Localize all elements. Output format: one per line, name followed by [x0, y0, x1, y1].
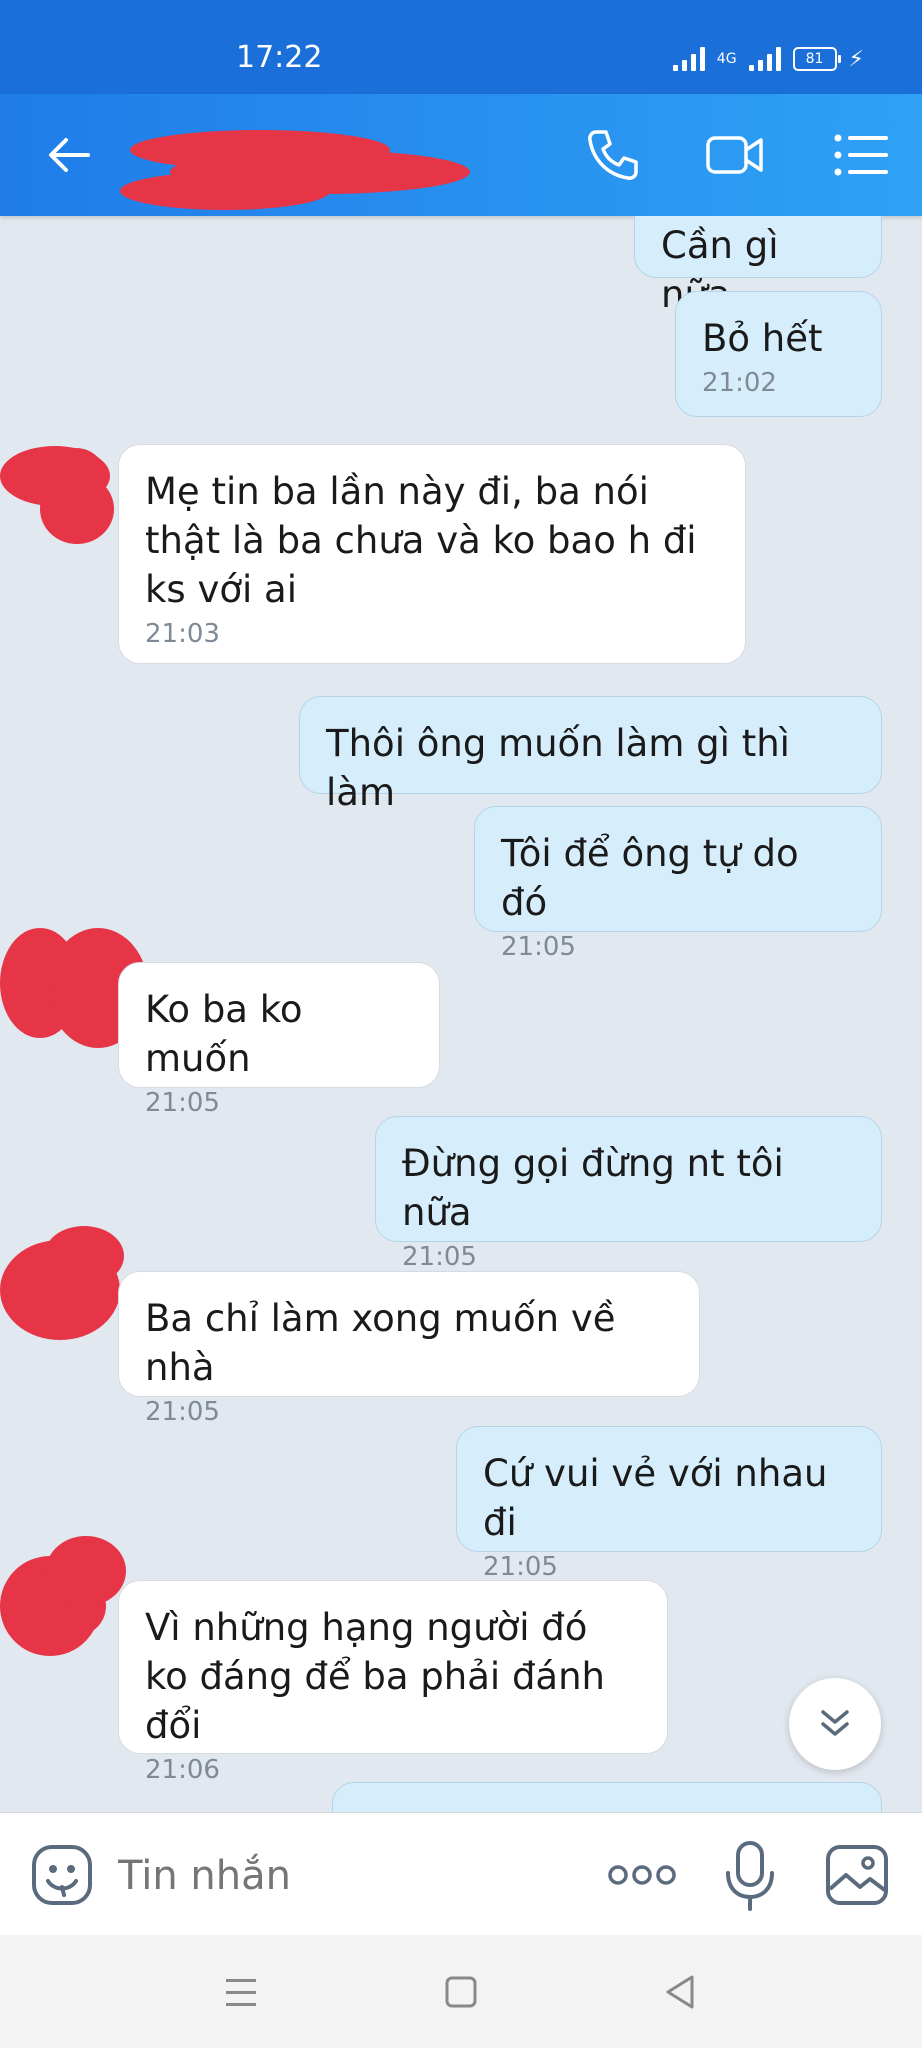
- back-arrow-icon[interactable]: [44, 130, 94, 180]
- message-outgoing[interactable]: Cứ vui vẻ với nhau đi 21:05: [456, 1426, 882, 1582]
- message-time: 21:05: [483, 1552, 558, 1582]
- message-text: Ko ba ko muốn: [145, 988, 303, 1080]
- redaction-mark: [44, 1226, 124, 1286]
- message-text: Tôi để ông tự do đó: [501, 832, 799, 924]
- double-chevron-down-icon: [821, 1710, 849, 1736]
- more-options-icon[interactable]: [606, 1861, 678, 1889]
- message-outgoing[interactable]: Thôi ông muốn làm gì thì làm: [299, 696, 882, 814]
- message-text: Ba chỉ làm xong muốn về nhà: [145, 1297, 616, 1389]
- status-time: 17:22: [236, 40, 323, 75]
- signal-2-icon: [748, 47, 781, 71]
- message-outgoing[interactable]: Bỏ hết 21:02: [675, 291, 882, 417]
- status-bar: 17:22 4G 81 ⚡: [0, 0, 922, 94]
- message-input[interactable]: [118, 1851, 558, 1901]
- home-icon[interactable]: [438, 1969, 484, 2015]
- message-outgoing[interactable]: [332, 1782, 882, 1812]
- contact-name[interactable]: [120, 122, 470, 210]
- recent-apps-icon[interactable]: [218, 1969, 264, 2015]
- message-text: Mẹ tin ba lần này đi, ba nói thật là ba …: [145, 470, 697, 611]
- redaction-mark: [46, 1536, 126, 1606]
- message-time: 21:05: [501, 932, 576, 962]
- message-time: 21:05: [145, 1397, 220, 1427]
- message-time: 21:03: [145, 619, 220, 649]
- scroll-to-bottom-button[interactable]: [789, 1678, 881, 1770]
- message-outgoing[interactable]: Cần gì nữa: [634, 216, 882, 316]
- image-gallery-icon[interactable]: [824, 1843, 890, 1907]
- message-incoming[interactable]: Ba chỉ làm xong muốn về nhà 21:05: [118, 1271, 700, 1427]
- status-icons: 4G 81 ⚡: [672, 44, 864, 74]
- message-incoming[interactable]: Mẹ tin ba lần này đi, ba nói thật là ba …: [118, 444, 746, 664]
- message-text: Đừng gọi đừng nt tôi nữa: [402, 1142, 784, 1234]
- chat-header: [0, 94, 922, 216]
- message-text: Thôi ông muốn làm gì thì làm: [326, 722, 790, 814]
- redaction-mark-3: [120, 172, 330, 210]
- message-incoming[interactable]: Vì những hạng người đó ko đáng để ba phả…: [118, 1580, 668, 1785]
- microphone-icon[interactable]: [720, 1839, 780, 1913]
- network-type: 4G: [716, 51, 737, 67]
- message-outgoing[interactable]: Tôi để ông tự do đó 21:05: [474, 806, 882, 962]
- video-call-icon[interactable]: [704, 124, 766, 186]
- message-composer: [0, 1812, 922, 1936]
- menu-list-icon[interactable]: [830, 124, 892, 186]
- message-time: 21:02: [702, 368, 777, 398]
- back-nav-icon[interactable]: [658, 1969, 704, 2015]
- charging-icon: ⚡: [848, 46, 864, 72]
- signal-icon: [672, 47, 705, 71]
- battery-icon: 81: [792, 47, 841, 71]
- message-incoming[interactable]: Ko ba ko muốn 21:05: [118, 962, 440, 1118]
- message-text: Vì những hạng người đó ko đáng để ba phả…: [145, 1606, 606, 1747]
- system-nav-bar: [0, 1935, 922, 2048]
- message-time: 21:05: [402, 1242, 477, 1272]
- message-outgoing[interactable]: Đừng gọi đừng nt tôi nữa 21:05: [375, 1116, 882, 1272]
- sticker-icon[interactable]: [30, 1843, 94, 1907]
- message-time: 21:05: [145, 1088, 220, 1118]
- redaction-mark: [40, 474, 114, 544]
- phone-call-icon[interactable]: [582, 124, 644, 186]
- message-list[interactable]: Cần gì nữa Bỏ hết 21:02 Mẹ tin ba lần nà…: [0, 216, 922, 1812]
- message-text: Cứ vui vẻ với nhau đi: [483, 1452, 828, 1544]
- message-text: Bỏ hết: [702, 317, 823, 360]
